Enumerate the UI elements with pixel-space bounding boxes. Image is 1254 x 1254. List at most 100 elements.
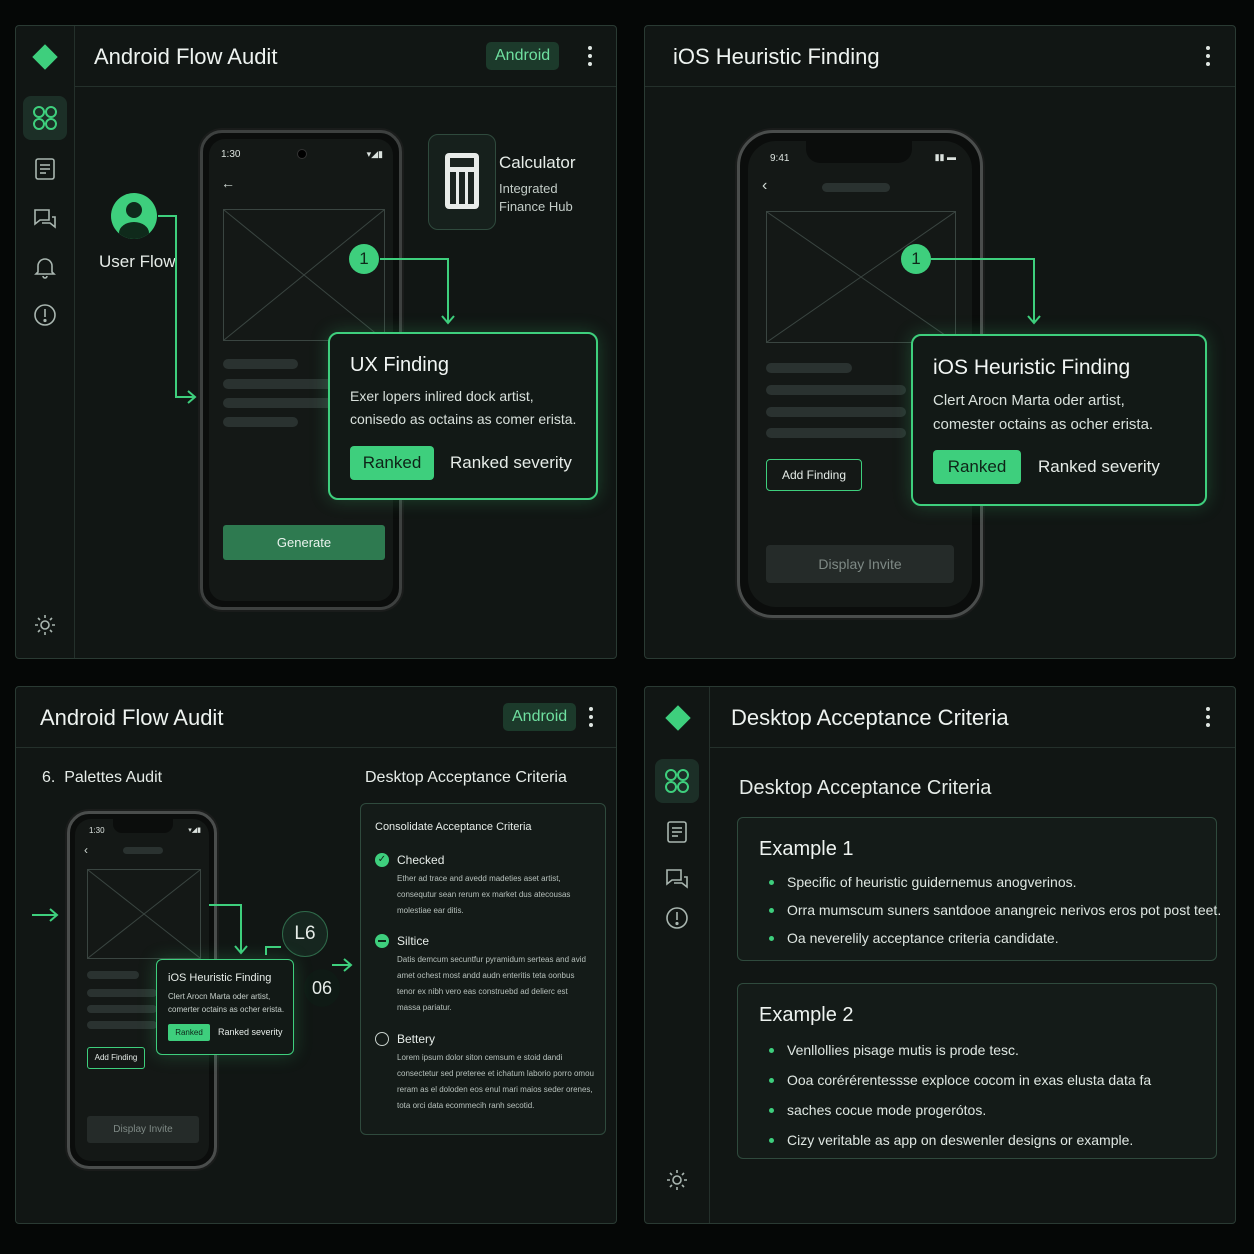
image-placeholder [766,211,956,343]
bullet-item: saches cocue mode progerótos. [759,1102,1151,1118]
back-arrow-icon[interactable]: ‹ [84,843,88,857]
status-icons: ▮▮ ▬ [934,152,956,162]
nav-title-skeleton [822,183,890,192]
finding-text-2: comester octains as ocher erista. [933,416,1154,433]
apps-icon[interactable] [655,759,699,803]
text-skeleton [766,428,906,438]
text-skeleton [223,379,333,389]
report-icon[interactable] [662,817,692,847]
alert-icon[interactable] [30,300,60,330]
node-l6: L6 [282,911,328,957]
more-menu-icon[interactable] [1206,707,1210,731]
right-heading: Desktop Acceptance Criteria [365,769,567,786]
text-skeleton [766,407,906,417]
text-skeleton [766,363,852,373]
platform-chip[interactable]: Android [486,42,560,70]
criteria-text: tota orci data ecommecih ranh secotid. [397,1101,535,1110]
finding-text-1: Clert Arocn Marta oder artist, [933,392,1125,409]
page-title: iOS Heuristic Finding [673,44,880,69]
criteria-text: Ether ad trace and avedd madeties aset a… [397,874,561,883]
status-time: 9:41 [770,153,790,164]
panel-header: iOS Heuristic Finding [645,26,1235,87]
ranked-tag[interactable]: Ranked [168,1024,210,1041]
example-title: Example 2 [759,1004,854,1026]
acceptance-criteria-box: Consolidate Acceptance Criteria ✓ Checke… [360,803,606,1135]
text-skeleton [223,359,298,369]
bell-icon[interactable] [30,252,60,282]
criteria-text: massa pariatur. [397,1003,452,1012]
calculator-app-icon[interactable] [428,134,496,230]
more-menu-icon[interactable] [1206,46,1210,70]
ranked-tag[interactable]: Ranked [350,446,434,480]
text-skeleton [766,385,906,395]
criteria-text: Datis demcum secuntfur pyramidum serteas… [397,955,586,964]
finding-title: iOS Heuristic Finding [168,972,272,984]
user-flow-label: User Flow [99,252,176,271]
chat-icon[interactable] [30,203,60,233]
criteria-text: molestiae ear ditis. [397,906,464,915]
bullet-item: Oa neverelily acceptance criteria candid… [759,930,1221,946]
settings-icon[interactable] [30,610,60,640]
android-flow-audit-panel-2: Android Flow Audit Android 6. Palettes A… [15,686,617,1224]
generate-button[interactable]: Generate [223,525,385,560]
nav-title-skeleton [123,847,163,854]
brand-logo-icon [32,44,58,70]
finding-title: iOS Heuristic Finding [933,356,1131,379]
text-skeleton [223,398,333,408]
more-menu-icon[interactable] [589,707,593,731]
back-arrow-icon[interactable]: ← [221,175,235,191]
back-arrow-icon[interactable]: ‹ [762,177,767,195]
finding-text-1: Exer lopers inlired dock artist, [350,388,534,404]
status-icons: ▾◢▮ [366,149,383,159]
criteria-text: tenor ex nibh vero eas construebd ad del… [397,987,568,996]
display-invite-button[interactable]: Display Invite [87,1116,199,1143]
empty-circle-icon[interactable] [375,1032,389,1046]
report-icon[interactable] [30,154,60,184]
android-flow-audit-panel: Android Flow Audit Android User Flow 1:3… [15,25,617,659]
status-time: 1:30 [221,149,241,160]
notch [113,819,173,833]
text-skeleton [87,1021,157,1029]
partial-circle-icon[interactable] [375,934,389,948]
example-bullets: Specific of heuristic guidernemus anogve… [759,874,1221,958]
desktop-acceptance-panel: Desktop Acceptance Criteria Desktop Acce… [644,686,1236,1224]
image-placeholder [87,869,201,959]
chat-icon[interactable] [662,863,692,893]
text-skeleton [223,417,298,427]
settings-icon[interactable] [662,1165,692,1195]
notch [806,141,912,163]
text-skeleton [87,1005,157,1013]
page-title: Android Flow Audit [40,705,224,730]
display-invite-button[interactable]: Display Invite [766,545,954,583]
bullet-item: Cizy veritable as app on deswenler desig… [759,1132,1151,1148]
node-06: 06 [304,969,340,1007]
left-heading: 6. Palettes Audit [42,769,163,786]
example-bullets: Venllollies pisage mutis is prode tesc. … [759,1042,1151,1160]
criteria-text: amet ochest most andd audn enteritis tet… [397,971,575,980]
example-card: Example 1 Specific of heuristic guiderne… [737,817,1221,961]
step-badge: 1 [901,244,931,274]
app-subtitle-2: Finance Hub [499,199,573,214]
ranked-tag[interactable]: Ranked [933,450,1021,484]
severity-label: Ranked severity [218,1027,283,1037]
app-subtitle-1: Integrated [499,181,558,196]
step-badge: 1 [349,244,379,274]
add-finding-button[interactable]: Add Finding [766,459,862,491]
apps-icon[interactable] [23,96,67,140]
more-menu-icon[interactable] [588,46,592,70]
user-avatar-icon [111,193,157,239]
finding-text-1: Clert Arocn Marta oder artist, [168,992,271,1001]
alert-icon[interactable] [662,903,692,933]
platform-chip[interactable]: Android [503,703,577,731]
page-title: Desktop Acceptance Criteria [731,705,1009,730]
ux-finding-card: UX Finding Exer lopers inlired dock arti… [328,332,598,500]
criteria-label: Bettery [397,1032,436,1046]
criteria-text: consequtur sean rerum ex market dus atec… [397,890,571,899]
side-rail [16,26,75,658]
check-circle-icon[interactable]: ✓ [375,853,389,867]
panel-header: Desktop Acceptance Criteria [709,687,1235,748]
add-finding-button[interactable]: Add Finding [87,1047,145,1069]
criteria-label: Siltice [397,934,430,948]
severity-label: Ranked severity [1038,457,1160,476]
finding-title: UX Finding [350,354,449,376]
